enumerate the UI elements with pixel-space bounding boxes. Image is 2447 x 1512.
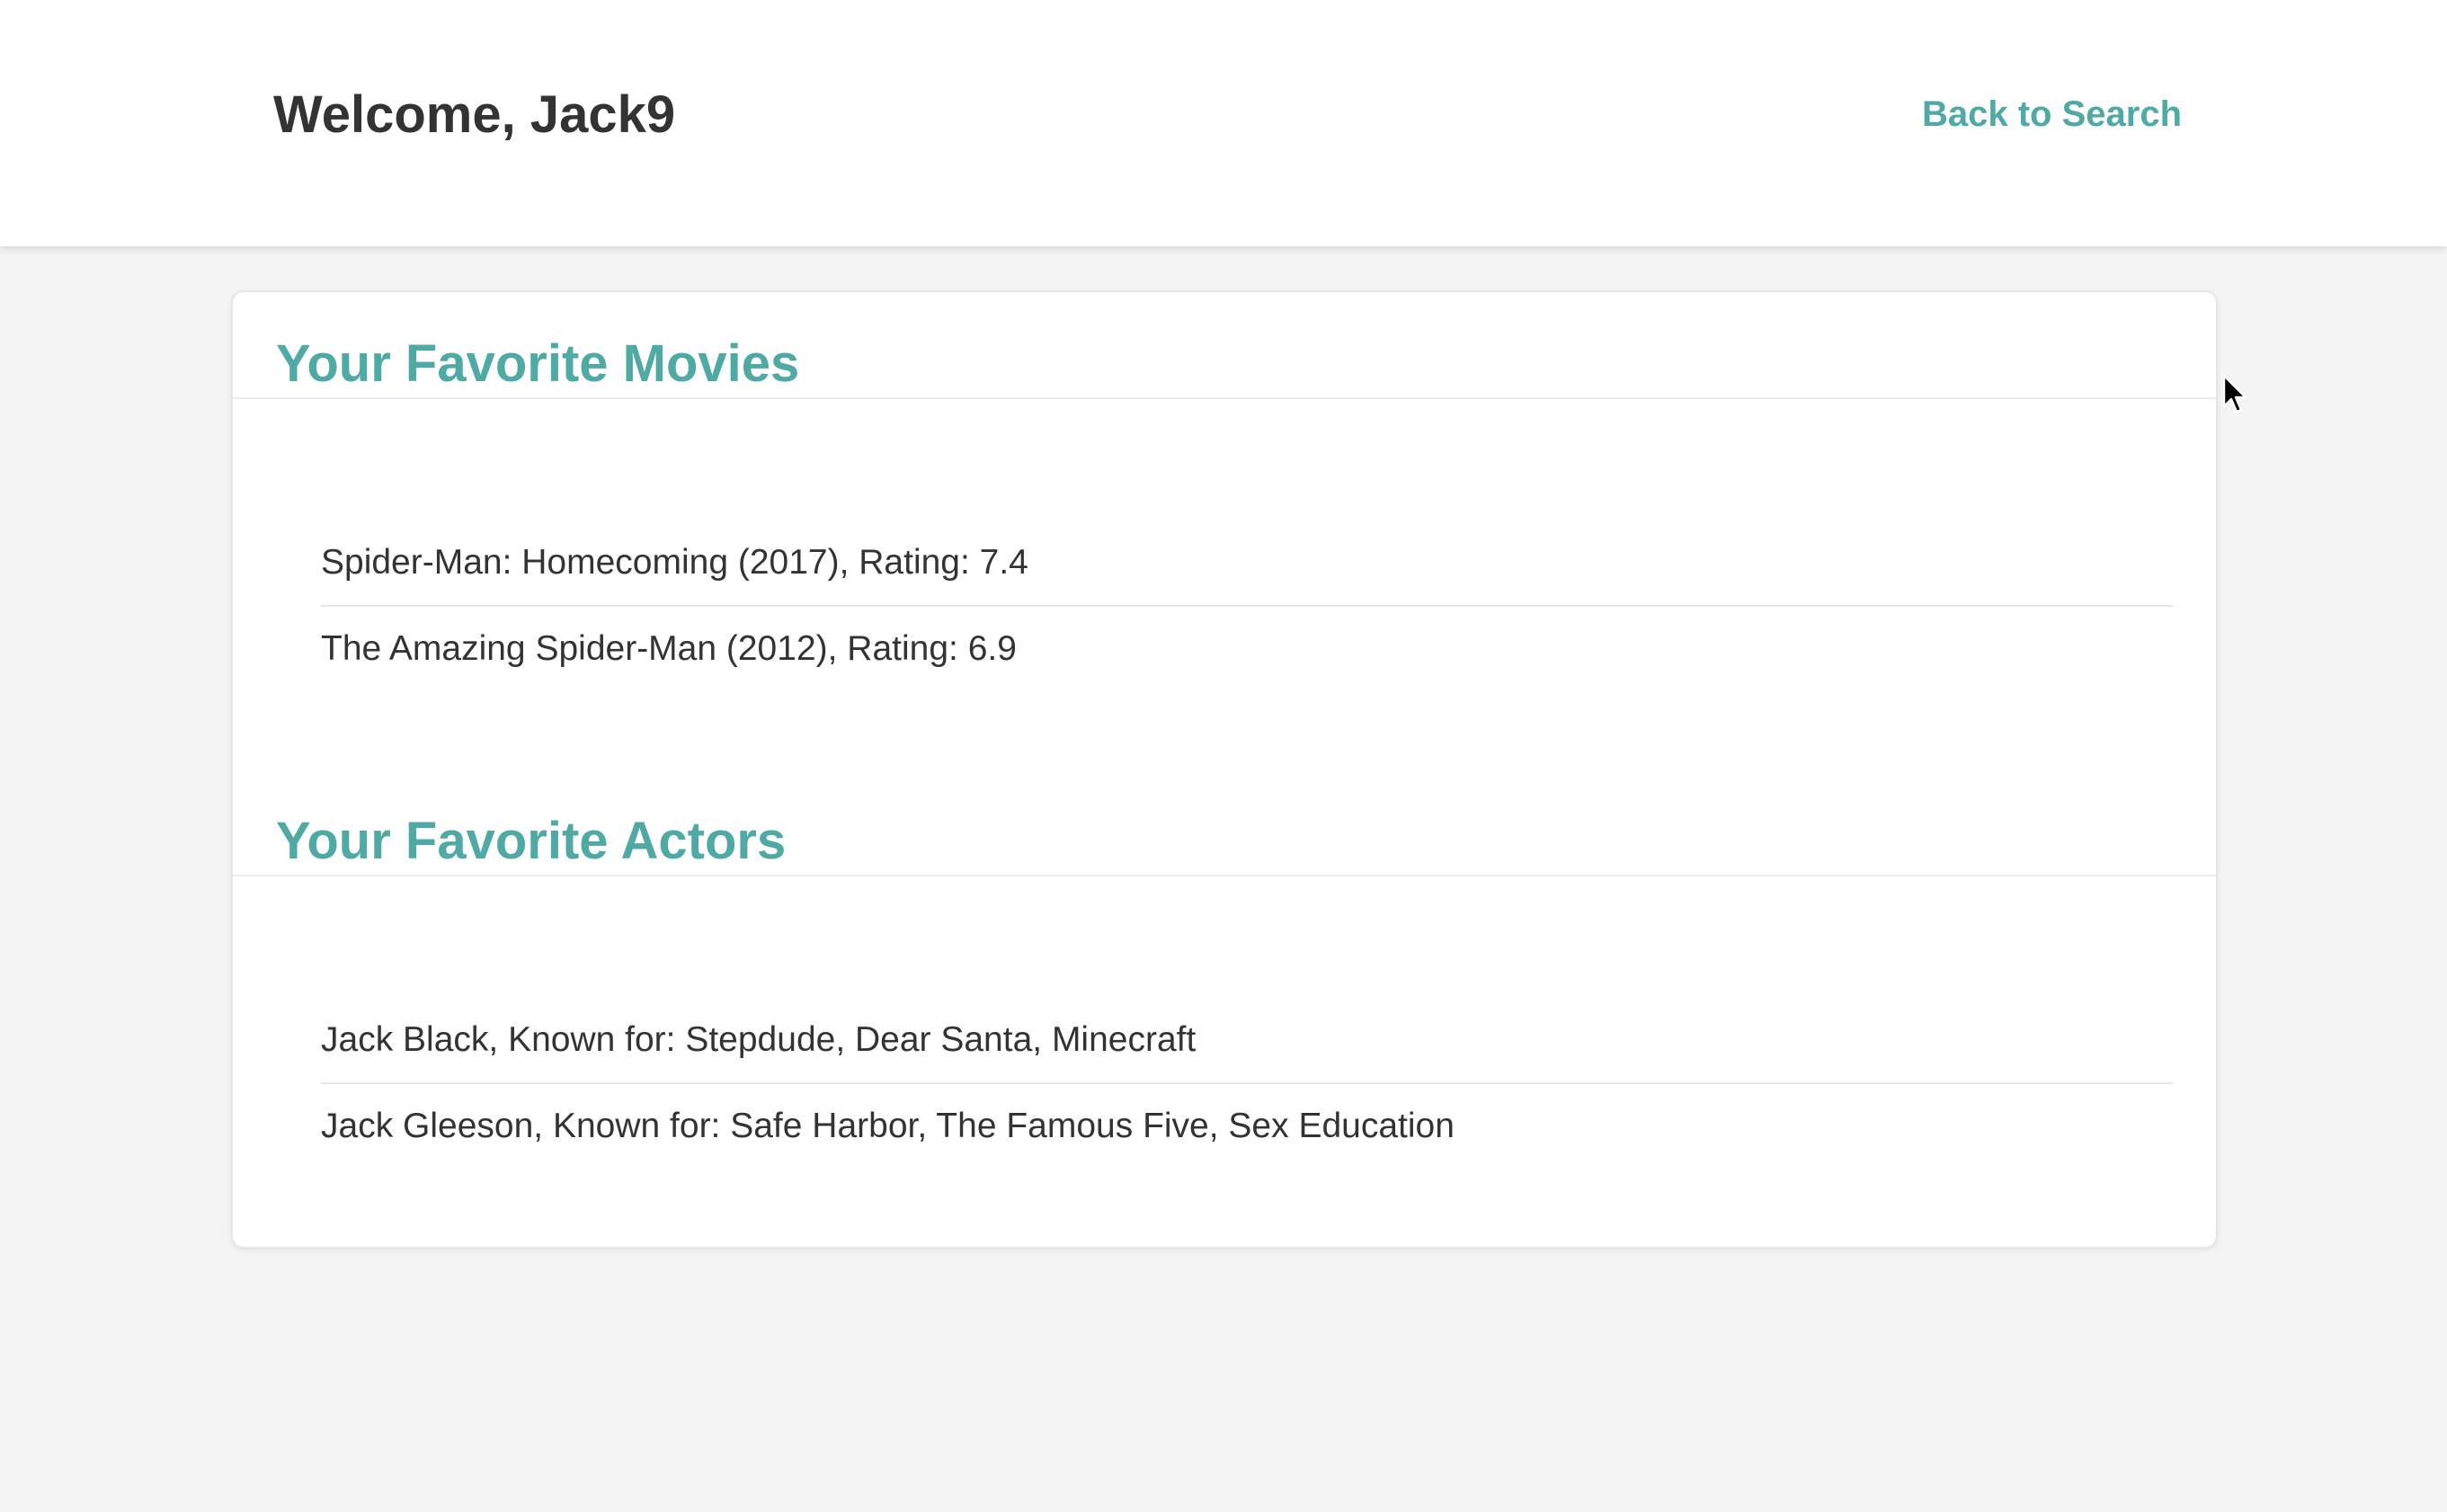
favorite-movie-item: The Amazing Spider-Man (2012), Rating: 6… (321, 629, 1017, 668)
section-divider (233, 397, 2216, 399)
list-divider (321, 605, 2173, 607)
favorite-actors-heading: Your Favorite Actors (276, 812, 787, 870)
list-divider (321, 1082, 2173, 1084)
favorite-movie-item: Spider-Man: Homecoming (2017), Rating: 7… (321, 543, 1028, 582)
welcome-heading: Welcome, Jack9 (273, 85, 676, 144)
favorites-card: Your Favorite Movies Spider-Man: Homecom… (231, 290, 2218, 1249)
section-divider (233, 875, 2216, 876)
favorite-actor-item: Jack Gleeson, Known for: Safe Harbor, Th… (321, 1107, 1455, 1145)
top-header: Welcome, Jack9 Back to Search (0, 0, 2447, 246)
mouse-pointer-icon (2222, 374, 2247, 414)
favorite-actor-item: Jack Black, Known for: Stepdude, Dear Sa… (321, 1020, 1197, 1059)
back-to-search-link[interactable]: Back to Search (1922, 92, 2182, 137)
favorite-movies-heading: Your Favorite Movies (276, 334, 800, 393)
